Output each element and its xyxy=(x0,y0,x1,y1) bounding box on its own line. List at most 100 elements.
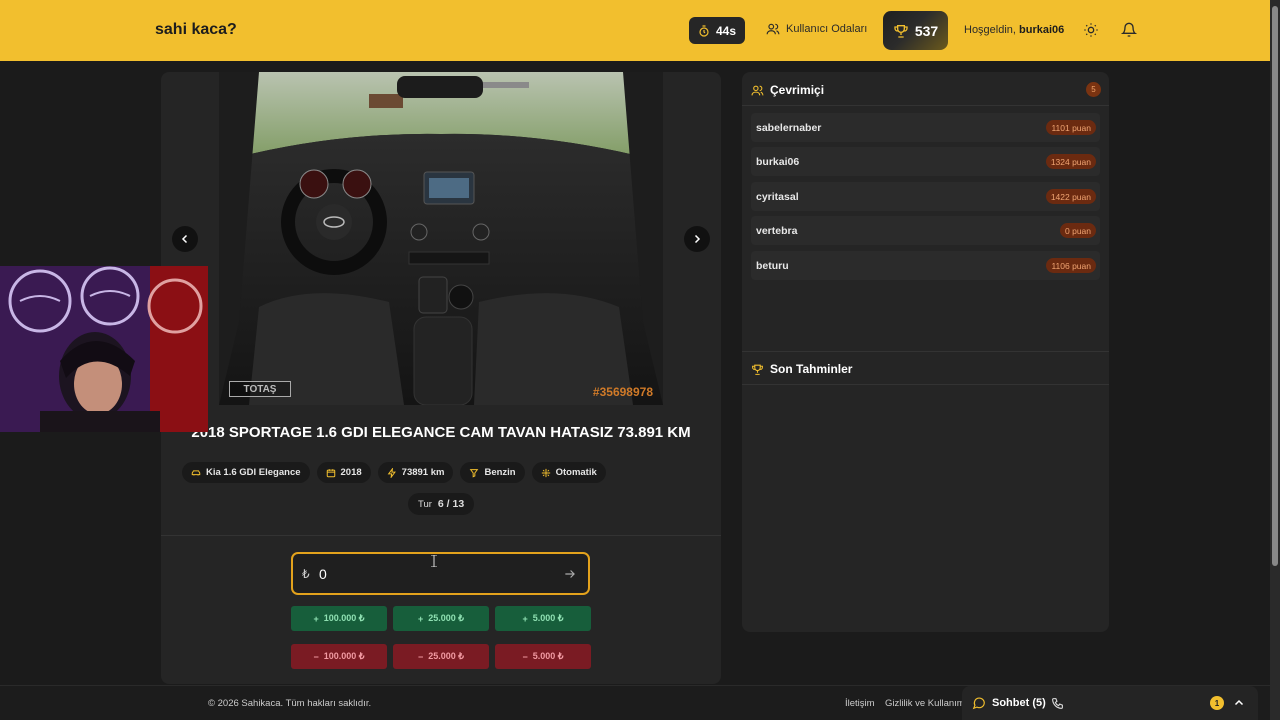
users-icon xyxy=(751,85,764,95)
chat-bubble-icon xyxy=(972,697,985,710)
online-title: Çevrimiçi xyxy=(770,83,825,97)
decrease-buttons: − 100.000 ₺ − 25.000 ₺ − 5.000 ₺ xyxy=(291,644,591,669)
game-panel: TOTAŞ #35698978 2018 SPORTAGE 1.6 GDI EL… xyxy=(161,72,721,684)
chat-title: Sohbet (5) xyxy=(992,697,1046,709)
bell-icon xyxy=(1120,22,1138,37)
online-user-row[interactable]: burkai06 1324 puan xyxy=(751,147,1100,176)
online-count-badge: 5 xyxy=(1086,82,1101,97)
car-interior-image xyxy=(219,72,663,405)
add-25000-button[interactable]: + 25.000 ₺ xyxy=(393,606,489,631)
recent-guesses-header: Son Tahminler xyxy=(751,362,852,376)
page-scrollbar[interactable] xyxy=(1270,0,1280,720)
next-photo-button[interactable] xyxy=(684,226,710,252)
webcam-overlay xyxy=(0,266,208,432)
subtract-5000-button[interactable]: − 5.000 ₺ xyxy=(495,644,591,669)
online-user-points: 1101 puan xyxy=(1046,120,1096,135)
site-logo[interactable]: sahi kaca? xyxy=(155,21,237,39)
fuel-icon xyxy=(470,468,479,478)
gear-icon xyxy=(541,468,550,477)
copyright-text: © 2026 Sahikaca. Tüm hakları saklıdır. xyxy=(208,698,372,709)
chevron-up-icon[interactable] xyxy=(1233,697,1245,709)
section-divider xyxy=(161,535,721,536)
trophy-icon xyxy=(752,364,763,375)
online-user-points: 1106 puan xyxy=(1046,258,1096,273)
user-rooms-link[interactable]: Kullanıcı Odaları xyxy=(766,22,867,36)
plus-icon: + xyxy=(313,613,319,624)
chevron-right-icon xyxy=(694,234,701,244)
online-username: sabelernaber xyxy=(756,122,822,134)
chat-toggle[interactable]: Sohbet (5) 1 xyxy=(962,686,1258,720)
car-icon xyxy=(191,469,201,475)
listing-specs: Kia 1.6 GDI Elegance 2018 73891 km Benzi… xyxy=(182,462,606,483)
recent-divider-bottom xyxy=(742,384,1109,385)
listing-title: 2018 SPORTAGE 1.6 GDI ELEGANCE CAM TAVAN… xyxy=(191,424,691,441)
trophy-icon xyxy=(894,24,908,38)
score-badge[interactable]: 537 xyxy=(883,11,948,50)
stopwatch-icon xyxy=(699,24,709,37)
subtract-100000-button[interactable]: − 100.000 ₺ xyxy=(291,644,387,669)
plus-icon: + xyxy=(417,613,424,624)
car-photo[interactable]: TOTAŞ #35698978 xyxy=(219,72,663,405)
currency-symbol: ₺ xyxy=(302,567,310,581)
calendar-icon xyxy=(326,468,335,477)
minus-icon: − xyxy=(313,651,319,662)
price-guess-input[interactable] xyxy=(319,564,539,584)
online-user-row[interactable]: vertebra 0 puan xyxy=(751,216,1100,245)
price-guess-field[interactable]: ₺ xyxy=(291,552,590,595)
online-user-row[interactable]: cyritasal 1422 puan xyxy=(751,182,1100,211)
spec-year: 2018 xyxy=(316,462,371,483)
minus-icon: − xyxy=(522,651,528,662)
user-rooms-label: Kullanıcı Odaları xyxy=(786,23,868,35)
theme-toggle[interactable] xyxy=(1083,22,1099,43)
online-user-points: 1422 puan xyxy=(1045,189,1096,204)
online-username: beturu xyxy=(756,260,789,272)
arrow-right-icon xyxy=(565,570,575,578)
submit-guess-button[interactable] xyxy=(558,562,582,586)
online-user-row[interactable]: beturu 1106 puan xyxy=(751,251,1100,280)
online-divider xyxy=(742,105,1109,106)
footer: © 2026 Sahikaca. Tüm hakları saklıdır. İ… xyxy=(0,685,1270,720)
previous-photo-button[interactable] xyxy=(172,226,198,252)
spec-transmission: Otomatik xyxy=(531,462,606,483)
plus-icon: + xyxy=(522,613,528,624)
add-100000-button[interactable]: + 100.000 ₺ xyxy=(291,606,387,631)
speed-icon xyxy=(387,467,396,478)
online-username: vertebra xyxy=(756,225,798,237)
increase-buttons: + 100.000 ₺ + 25.000 ₺ + 5.000 ₺ xyxy=(291,606,591,631)
chat-unread-badge: 1 xyxy=(1210,696,1224,710)
welcome-text: Hoşgeldin, burkai06 xyxy=(964,24,1064,36)
text-cursor-icon xyxy=(431,555,437,567)
online-user-row[interactable]: sabelernaber 1101 puan xyxy=(751,113,1100,142)
online-username: burkai06 xyxy=(756,156,800,168)
phone-icon[interactable] xyxy=(1051,697,1064,710)
welcome-username[interactable]: burkai06 xyxy=(1019,24,1064,36)
dealer-logo: TOTAŞ xyxy=(229,381,291,397)
webcam-image xyxy=(0,266,208,432)
spec-mileage: 73891 km xyxy=(377,462,454,483)
minus-icon: − xyxy=(417,651,424,662)
online-panel: Çevrimiçi 5 sabelernaber 1101 puan burka… xyxy=(742,72,1109,632)
round-timer: 44s xyxy=(689,17,745,44)
online-user-points: 1324 puan xyxy=(1045,154,1096,169)
top-navbar: sahi kaca? 44s Kullanıcı Odaları 537 Hoş… xyxy=(0,0,1270,61)
privacy-link[interactable]: Gizlilik ve Kullanım xyxy=(885,698,962,709)
recent-guesses-title: Son Tahminler xyxy=(770,362,853,376)
scrollbar-thumb[interactable] xyxy=(1272,6,1278,566)
spec-model: Kia 1.6 GDI Elegance xyxy=(182,462,310,483)
online-username: cyritasal xyxy=(756,191,799,203)
recent-divider-top xyxy=(742,351,1109,352)
contact-link[interactable]: İletişim xyxy=(845,698,875,709)
welcome-prefix: Hoşgeldin, xyxy=(964,24,1016,36)
online-header: Çevrimiçi xyxy=(751,83,824,97)
sun-icon xyxy=(1084,23,1098,37)
chevron-left-icon xyxy=(181,234,188,244)
round-label: Tur xyxy=(418,498,432,510)
spec-fuel: Benzin xyxy=(460,462,525,483)
round-indicator: Tur 6 / 13 xyxy=(408,493,475,515)
round-value: 6 / 13 xyxy=(437,498,465,510)
timer-value: 44s xyxy=(715,23,737,38)
notifications-button[interactable] xyxy=(1120,22,1138,43)
subtract-25000-button[interactable]: − 25.000 ₺ xyxy=(393,644,489,669)
add-5000-button[interactable]: + 5.000 ₺ xyxy=(495,606,591,631)
chat-label[interactable]: Sohbet (5) xyxy=(972,696,1046,710)
